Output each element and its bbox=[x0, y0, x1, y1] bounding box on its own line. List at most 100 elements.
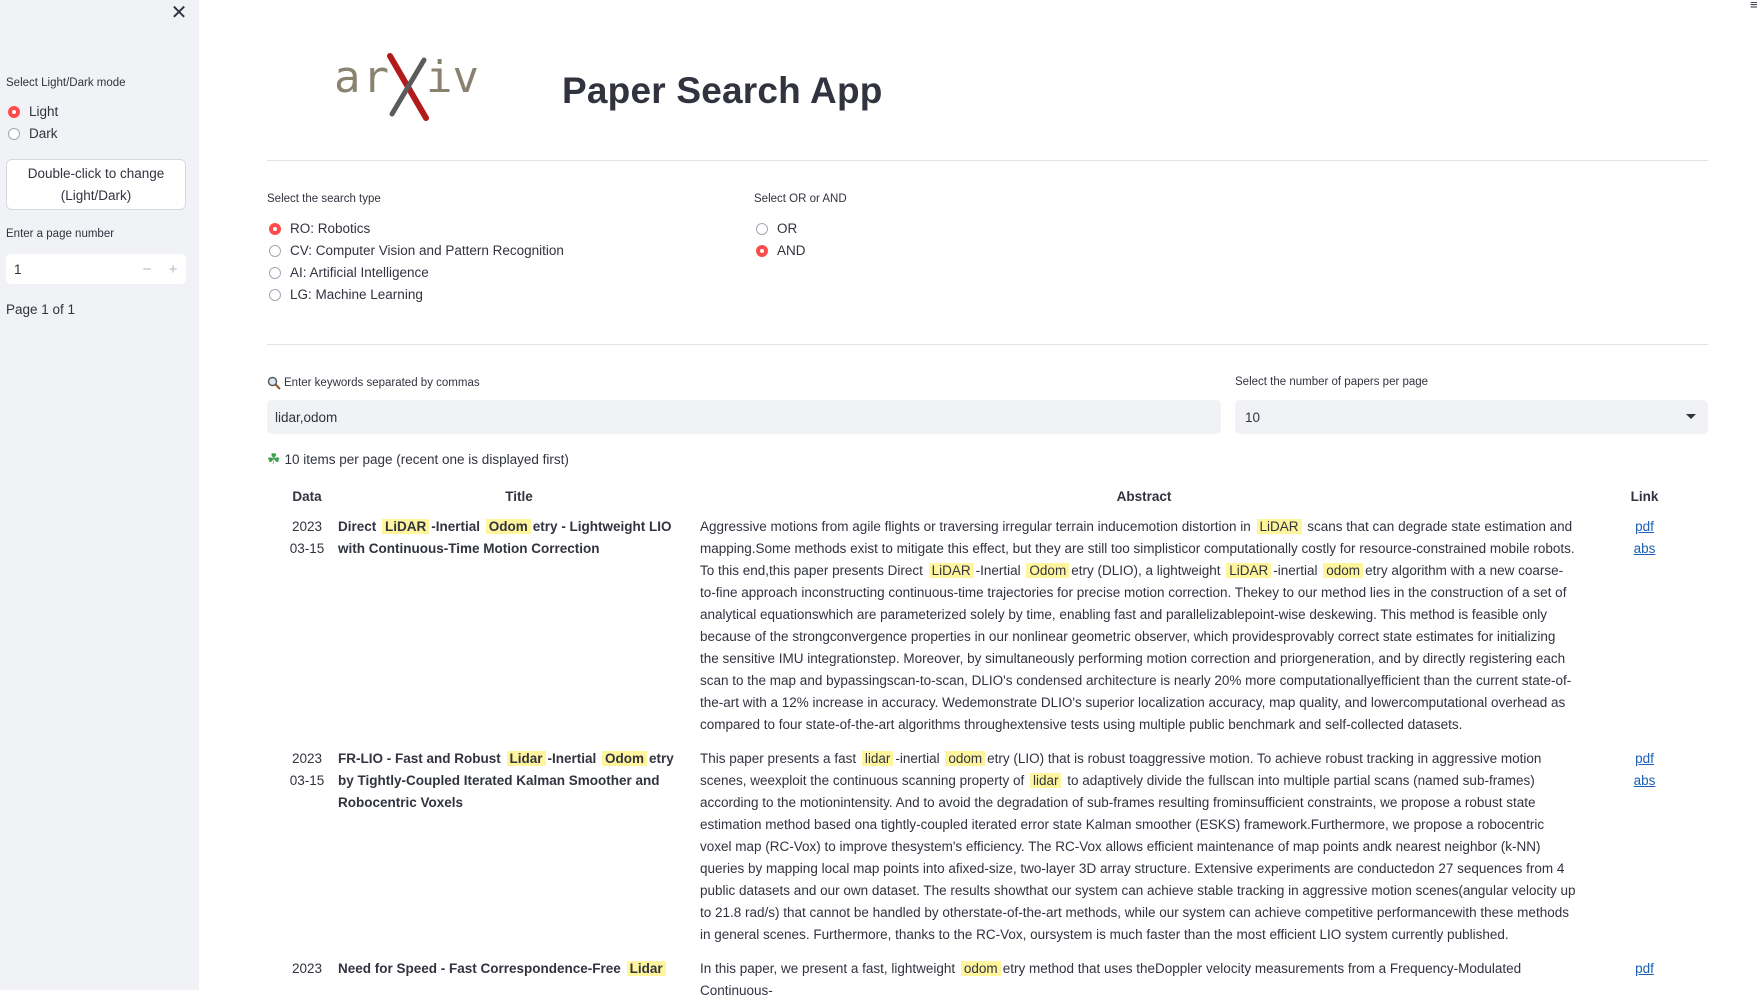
clover-icon: ☘ bbox=[267, 451, 281, 468]
results-table-container: Data Title Abstract Link 2023 03-15 Direct… bbox=[276, 484, 1701, 1006]
date-monthday: 03-15 bbox=[289, 773, 325, 788]
title-cell: Direct LiDAR -Inertial Odom etry - Lightwe… bbox=[338, 508, 700, 740]
link-cell: pdf bbox=[1588, 950, 1701, 1006]
logic-label: Select OR or AND bbox=[754, 193, 847, 205]
keyword-highlight: lidar bbox=[861, 751, 894, 766]
text-segment: -Inertial bbox=[431, 519, 484, 534]
keyword-highlight: Odom bbox=[485, 519, 531, 534]
table-row: 2023 03-15 Direct LiDAR -Inertial Odom etry … bbox=[276, 508, 1701, 740]
text-segment: -Inertial bbox=[975, 563, 1025, 578]
pdf-link[interactable]: pdf bbox=[1588, 516, 1701, 538]
keyword-highlight: odom bbox=[960, 961, 1001, 976]
divider bbox=[267, 160, 1708, 161]
radio-dark[interactable]: Dark bbox=[8, 126, 58, 141]
keyword-highlight: odom bbox=[1323, 563, 1364, 578]
option-ai-indicator[interactable] bbox=[269, 266, 281, 279]
abstract-cell: This paper presents a fast lidar -inertia… bbox=[700, 740, 1588, 950]
radio-dark-indicator[interactable] bbox=[8, 127, 20, 140]
caret-down-icon[interactable] bbox=[1686, 414, 1696, 419]
search-type-label: Select the search type bbox=[267, 193, 381, 205]
info-line: ☘ 10 items per page (recent one is displ… bbox=[267, 450, 569, 468]
close-sidebar-icon[interactable]: ✕ bbox=[168, 2, 190, 24]
radio-dark-label: Dark bbox=[29, 126, 58, 141]
abs-link[interactable]: abs bbox=[1588, 770, 1701, 792]
radio-light[interactable]: Light bbox=[8, 104, 58, 119]
toggle-mode-button[interactable]: Double-click to change (Light/Dark) bbox=[6, 159, 186, 210]
radio-light-label: Light bbox=[29, 104, 59, 119]
option-lg-label: LG: Machine Learning bbox=[290, 287, 423, 302]
keyword-highlight: LiDAR bbox=[382, 519, 430, 534]
sidebar: ✕ Select Light/Dark mode Light Dark Doub… bbox=[0, 0, 199, 990]
abs-link[interactable]: abs bbox=[1588, 538, 1701, 560]
option-ai[interactable]: AI: Artificial Intelligence bbox=[269, 265, 429, 280]
link-cell: pdf abs bbox=[1588, 508, 1701, 740]
text-segment: -Inertial bbox=[547, 751, 601, 766]
text-segment: etry algorithm with a new coarse-to-fine… bbox=[700, 563, 1572, 732]
keyword-highlight: LiDAR bbox=[1226, 563, 1272, 578]
svg-text:iv: iv bbox=[426, 52, 479, 103]
text-segment: -inertial bbox=[1273, 563, 1322, 578]
option-cv-label: CV: Computer Vision and Pattern Recognit… bbox=[290, 243, 564, 258]
decrement-button[interactable]: − bbox=[134, 261, 160, 278]
option-lg[interactable]: LG: Machine Learning bbox=[269, 287, 423, 302]
table-row: 2023 Need for Speed - Fast Correspondence… bbox=[276, 950, 1701, 1006]
option-and-label: AND bbox=[777, 243, 806, 258]
page-title: Paper Search App bbox=[562, 70, 883, 111]
option-and-indicator[interactable] bbox=[756, 244, 768, 257]
increment-button[interactable]: + bbox=[160, 261, 186, 278]
option-or[interactable]: OR bbox=[756, 221, 797, 236]
divider bbox=[267, 344, 1708, 345]
keyword-highlight: lidar bbox=[1029, 773, 1062, 788]
keyword-highlight: Odom bbox=[1026, 563, 1070, 578]
text-segment: In this paper, we present a fast, lightw… bbox=[700, 961, 959, 976]
option-ai-label: AI: Artificial Intelligence bbox=[290, 265, 429, 280]
pdf-link[interactable]: pdf bbox=[1588, 958, 1701, 980]
table-header-row: Data Title Abstract Link bbox=[276, 484, 1701, 508]
magnifier-icon bbox=[267, 376, 281, 390]
option-robotics[interactable]: RO: Robotics bbox=[269, 221, 370, 236]
page-status: Page 1 of 1 bbox=[6, 302, 76, 317]
keyword-highlight: Odom bbox=[602, 751, 648, 766]
header-link: Link bbox=[1630, 488, 1659, 504]
text-segment: FR-LIO - Fast and Robust bbox=[338, 751, 505, 766]
mode-label: Select Light/Dark mode bbox=[6, 77, 126, 89]
header-data: Data bbox=[292, 488, 322, 504]
date-year: 2023 bbox=[291, 961, 323, 976]
radio-light-indicator[interactable] bbox=[8, 105, 20, 118]
per-page-select[interactable]: 10 bbox=[1235, 400, 1708, 434]
option-cv[interactable]: CV: Computer Vision and Pattern Recognit… bbox=[269, 243, 564, 258]
pdf-link[interactable]: pdf bbox=[1588, 748, 1701, 770]
text-segment: to adaptively divide the fullscan into m… bbox=[700, 773, 1576, 942]
date-cell: 2023 bbox=[276, 950, 338, 1006]
page-number-input[interactable]: 1 − + bbox=[6, 254, 186, 284]
date-year: 2023 bbox=[291, 519, 323, 534]
svg-text:ar: ar bbox=[334, 52, 391, 103]
header-abstract: Abstract bbox=[1116, 488, 1172, 504]
option-and[interactable]: AND bbox=[756, 243, 806, 258]
option-lg-indicator[interactable] bbox=[269, 288, 281, 301]
text-segment: Need for Speed - Fast Correspondence-Fre… bbox=[338, 961, 625, 976]
option-robotics-indicator[interactable] bbox=[269, 222, 281, 235]
info-text: 10 items per page (recent one is display… bbox=[284, 451, 569, 467]
title-cell: Need for Speed - Fast Correspondence-Fre… bbox=[338, 950, 700, 1006]
arxiv-logo: ar iv bbox=[334, 50, 484, 122]
page-number-value[interactable]: 1 bbox=[6, 262, 134, 277]
header-title: Title bbox=[505, 488, 533, 504]
per-page-value[interactable]: 10 bbox=[1245, 410, 1260, 425]
option-or-indicator[interactable] bbox=[756, 222, 768, 235]
date-cell: 2023 03-15 bbox=[276, 508, 338, 740]
option-or-label: OR bbox=[777, 221, 798, 236]
keyword-highlight: Lidar bbox=[506, 751, 546, 766]
keyword-highlight: LiDAR bbox=[1256, 519, 1302, 534]
keyword-highlight: Lidar bbox=[626, 961, 666, 976]
arxiv-logo-graphic: ar iv bbox=[334, 52, 479, 121]
keywords-input[interactable]: lidar,odom bbox=[267, 400, 1221, 434]
text-segment: etry (DLIO), a lightweight bbox=[1071, 563, 1225, 578]
title-cell: FR-LIO - Fast and Robust Lidar -Inertial … bbox=[338, 740, 700, 950]
table-row: 2023 03-15 FR-LIO - Fast and Robust Lidar -… bbox=[276, 740, 1701, 950]
main-menu-icon[interactable]: ≡ bbox=[1750, 0, 1758, 11]
date-monthday: 03-15 bbox=[289, 541, 325, 556]
date-year: 2023 bbox=[291, 751, 323, 766]
option-cv-indicator[interactable] bbox=[269, 244, 281, 257]
text-segment: Direct bbox=[338, 519, 381, 534]
